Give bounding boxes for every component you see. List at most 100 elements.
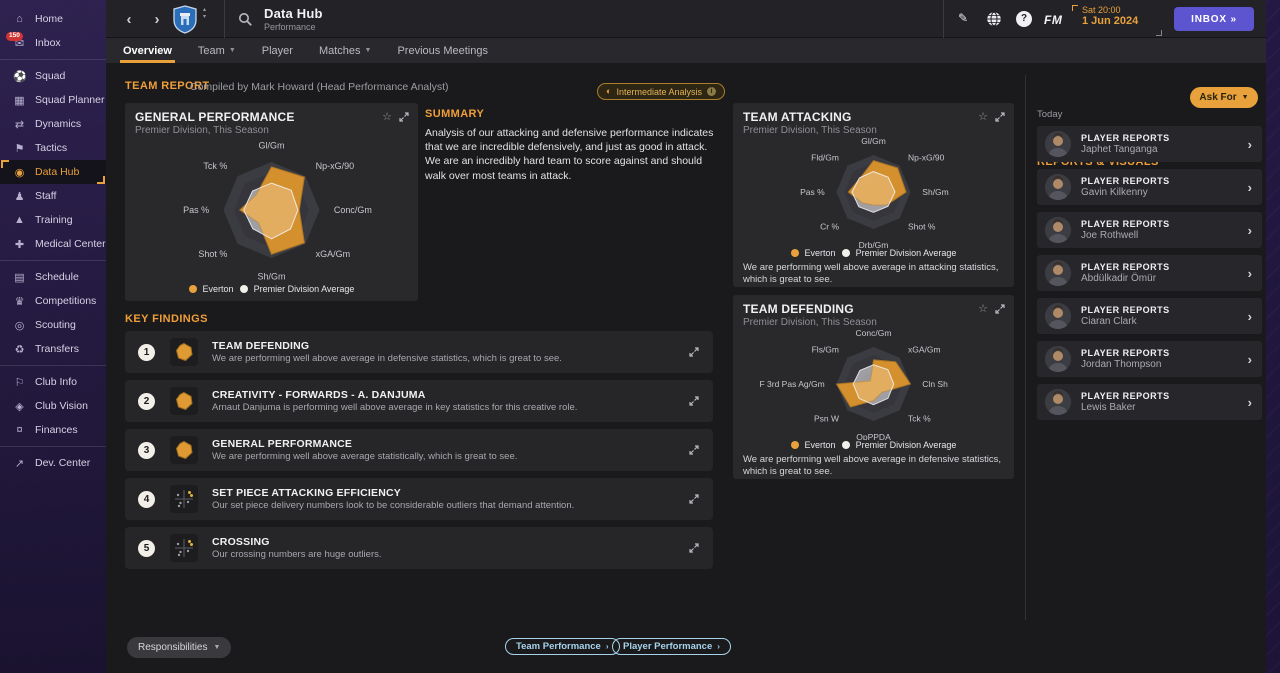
edit-pencil-icon[interactable]: ✎	[958, 11, 968, 25]
page-title-search[interactable]: Data Hub Performance	[224, 0, 944, 38]
player-report-card-japhet-tanganga[interactable]: PLAYER REPORTS Japhet Tanganga ›	[1037, 126, 1262, 162]
key-finding-card[interactable]: 2 CREATIVITY - FORWARDS - A. DANJUMA Arn…	[125, 380, 713, 422]
expand-icon[interactable]	[689, 347, 699, 357]
sidebar-item-tactics[interactable]: ⚑ Tactics	[0, 136, 106, 160]
sidebar-item-competitions[interactable]: ♛ Competitions	[0, 289, 106, 313]
sidebar-item-label: Dynamics	[35, 118, 82, 130]
sidebar-item-inbox[interactable]: ✉ Inbox 150	[0, 31, 106, 55]
sidebar-item-label: Competitions	[35, 295, 97, 307]
player-avatar	[1045, 260, 1071, 286]
tab-player[interactable]: Player	[262, 38, 293, 63]
expand-icon[interactable]	[689, 543, 699, 553]
key-finding-card[interactable]: 1 TEAM DEFENDING We are performing well …	[125, 331, 713, 373]
world-icon[interactable]	[986, 11, 1002, 27]
key-finding-card[interactable]: 5 CROSSING Our crossing numbers are huge…	[125, 527, 713, 569]
squad-planner-icon: ▦	[14, 94, 25, 107]
expand-icon[interactable]	[995, 112, 1005, 122]
finding-description: We are performing well above average sta…	[212, 451, 518, 462]
forward-button[interactable]: ›	[146, 9, 168, 29]
expand-icon[interactable]	[995, 304, 1005, 314]
finding-title: TEAM DEFENDING	[212, 340, 310, 352]
sidebar-item-finances[interactable]: ¤ Finances	[0, 418, 106, 442]
svg-text:Cr %: Cr %	[820, 222, 839, 232]
sidebar-item-label: Tactics	[35, 142, 68, 154]
compiled-by-text: Compiled by Mark Howard (Head Performanc…	[190, 81, 449, 93]
key-finding-card[interactable]: 4 SET PIECE ATTACKING EFFICIENCY Our set…	[125, 478, 713, 520]
sidebar-item-club-info[interactable]: ⚐ Club Info	[0, 370, 106, 394]
key-finding-card[interactable]: 3 GENERAL PERFORMANCE We are performing …	[125, 429, 713, 471]
sidebar-separator	[0, 59, 106, 60]
player-performance-button[interactable]: Player Performance ›	[612, 638, 731, 655]
sidebar-item-staff[interactable]: ♟ Staff	[0, 184, 106, 208]
panel-title: GENERAL PERFORMANCE	[135, 110, 295, 124]
finding-title: CROSSING	[212, 536, 270, 548]
player-report-card-ciaran-clark[interactable]: PLAYER REPORTS Ciaran Clark ›	[1037, 298, 1262, 334]
expand-icon[interactable]	[399, 112, 409, 122]
half-moon-icon: ◐	[606, 86, 612, 96]
sidebar-item-club-vision[interactable]: ◈ Club Vision	[0, 394, 106, 418]
sidebar-item-training[interactable]: ▲ Training	[0, 208, 106, 232]
svg-text:Gl/Gm: Gl/Gm	[861, 136, 886, 146]
player-report-card-lewis-baker[interactable]: PLAYER REPORTS Lewis Baker ›	[1037, 384, 1262, 420]
sidebar-item-squad[interactable]: ⚽ Squad	[0, 64, 106, 88]
svg-text:Tck %: Tck %	[908, 414, 931, 424]
sidebar-item-home[interactable]: ⌂ Home	[0, 7, 106, 31]
expand-icon[interactable]	[689, 396, 699, 406]
sidebar-item-label: Medical Center	[35, 238, 106, 250]
report-category: PLAYER REPORTS	[1081, 391, 1170, 401]
club-crest-icon[interactable]	[172, 5, 198, 34]
player-report-card-gavin-kilkenny[interactable]: PLAYER REPORTS Gavin Kilkenny ›	[1037, 169, 1262, 205]
tab-overview[interactable]: Overview	[120, 38, 175, 63]
back-button[interactable]: ‹	[118, 9, 140, 29]
sidebar-item-schedule[interactable]: ▤ Schedule	[0, 265, 106, 289]
team-switcher-chevrons[interactable]: ▴ ▾	[203, 7, 206, 20]
chart-legend: Everton Premier Division Average	[125, 284, 418, 294]
player-avatar	[1045, 389, 1071, 415]
info-icon[interactable]: i	[706, 87, 716, 96]
expand-icon[interactable]	[689, 494, 699, 504]
key-findings-label: KEY FINDINGS	[125, 313, 208, 325]
tab-team[interactable]: Team ▼	[198, 38, 236, 63]
player-report-card-abd-lkadir-m-r[interactable]: PLAYER REPORTS Abdülkadir Ömür ›	[1037, 255, 1262, 291]
sidebar-item-data-hub[interactable]: ◉ Data Hub	[0, 160, 106, 184]
svg-text:Tck %: Tck %	[203, 161, 227, 171]
tab-previous-meetings[interactable]: Previous Meetings	[397, 38, 488, 63]
favourite-star-icon[interactable]: ☆	[382, 111, 392, 123]
tab-matches[interactable]: Matches ▼	[319, 38, 372, 63]
expand-icon[interactable]	[689, 445, 699, 455]
team-defending-panel: TEAM DEFENDING ☆ Premier Division, This …	[733, 295, 1014, 479]
game-date-text: 1 Jun 2024	[1082, 15, 1139, 27]
team-attacking-panel: TEAM ATTACKING ☆ Premier Division, This …	[733, 103, 1014, 287]
svg-text:Fls/Gm: Fls/Gm	[812, 345, 839, 355]
sidebar-item-medical-center[interactable]: ✚ Medical Center	[0, 232, 106, 256]
panel-subtitle: Premier Division, This Season	[135, 125, 269, 136]
sidebar-nav: ⌂ Home ✉ Inbox 150 ⚽ Squad ▦ Squad Plann…	[0, 7, 106, 475]
tab-label: Previous Meetings	[397, 44, 488, 57]
player-report-card-joe-rothwell[interactable]: PLAYER REPORTS Joe Rothwell ›	[1037, 212, 1262, 248]
sidebar-item-dynamics[interactable]: ⇄ Dynamics	[0, 112, 106, 136]
sidebar-item-transfers[interactable]: ♻ Transfers	[0, 337, 106, 361]
inbox-continue-button[interactable]: INBOX »	[1174, 7, 1254, 31]
home-icon: ⌂	[16, 13, 23, 25]
player-name: Jordan Thompson	[1081, 359, 1162, 370]
analysis-level-badge[interactable]: ◐ Intermediate Analysis i	[597, 83, 725, 100]
finding-description: Our crossing numbers are huge outliers.	[212, 549, 382, 560]
svg-text:Conc/Gm: Conc/Gm	[856, 328, 892, 338]
responsibilities-button[interactable]: Responsibilities ▼	[127, 637, 232, 658]
average-legend-dot	[841, 249, 850, 257]
help-icon[interactable]: ?	[1016, 11, 1032, 27]
chevron-down-icon: ▼	[213, 644, 221, 651]
player-report-card-jordan-thompson[interactable]: PLAYER REPORTS Jordan Thompson ›	[1037, 341, 1262, 377]
fm-screen: ⌂ Home ✉ Inbox 150 ⚽ Squad ▦ Squad Plann…	[0, 0, 1280, 673]
finances-icon: ¤	[16, 424, 23, 436]
favourite-star-icon[interactable]: ☆	[978, 303, 988, 315]
sidebar-item-scouting[interactable]: ◎ Scouting	[0, 313, 106, 337]
team-performance-button[interactable]: Team Performance ›	[505, 638, 620, 655]
ask-for-button[interactable]: Ask For ▼	[1190, 87, 1258, 108]
finding-number-badge: 4	[138, 490, 155, 508]
favourite-star-icon[interactable]: ☆	[978, 111, 988, 123]
svg-text:F 3rd Pas Ag/Gm: F 3rd Pas Ag/Gm	[759, 379, 824, 389]
radar-chart-icon	[170, 338, 198, 366]
sidebar-item-squad-planner[interactable]: ▦ Squad Planner	[0, 88, 106, 112]
sidebar-item-dev-center[interactable]: ↗ Dev. Center	[0, 451, 106, 475]
